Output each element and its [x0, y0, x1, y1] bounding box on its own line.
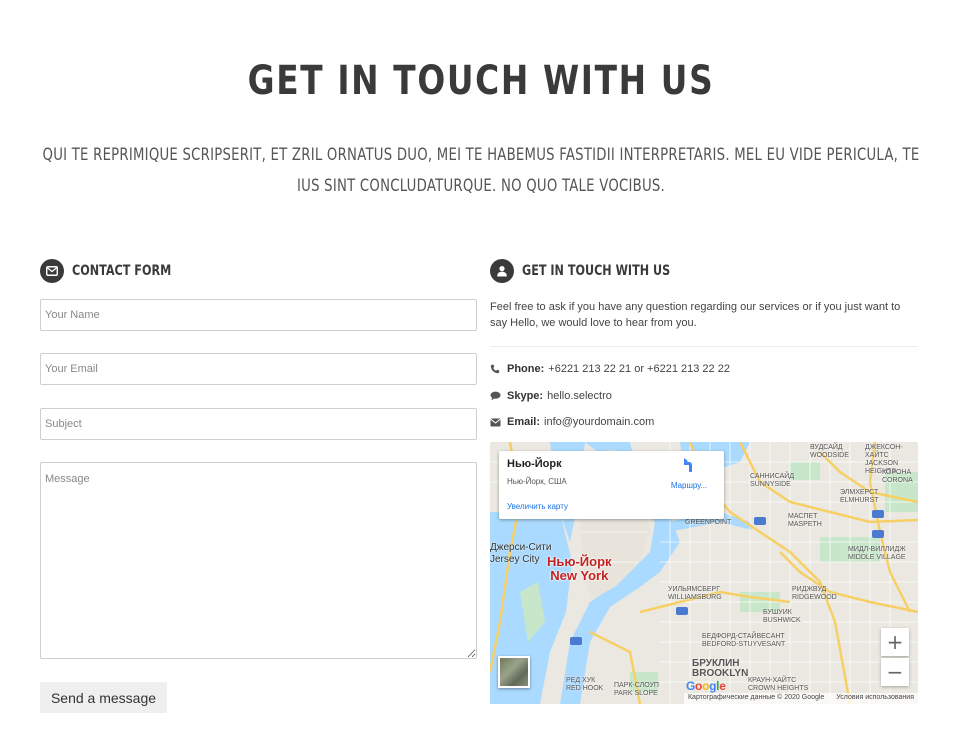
skype-line: Skype: hello.selectro — [490, 390, 612, 402]
email-value: info@yourdomain.com — [544, 416, 655, 428]
phone-value: +6221 213 22 21 or +6221 213 22 22 — [548, 363, 730, 375]
phone-label: Phone: — [507, 363, 545, 375]
contact-form-title: CONTACT FORM — [72, 263, 172, 279]
ridgewood-ru: РИДЖВУД — [792, 586, 827, 593]
envelope-icon — [40, 259, 64, 283]
google-map[interactable]: Джерси-Сити Jersey City Нью-Йорк New Yor… — [490, 442, 918, 704]
corona-en: CORONA — [882, 477, 913, 484]
corona-label: КОРОНА CORONA — [882, 469, 913, 485]
ridgewood-label: РИДЖВУД RIDGEWOOD — [792, 586, 837, 602]
page-title: GET IN TOUCH WITH US — [247, 58, 715, 104]
williamsburg-en: WILLIAMSBURG — [668, 594, 722, 601]
bushwick-ru: БУШУИК — [763, 609, 792, 616]
contact-form-heading: CONTACT FORM — [40, 259, 196, 283]
red-hook-ru: РЕД ХУК — [566, 677, 596, 684]
send-message-button[interactable]: Send a message — [40, 682, 167, 713]
email-input[interactable] — [40, 353, 477, 385]
info-title: GET IN TOUCH WITH US — [522, 263, 671, 279]
sunnyside-label: САННИСАЙД SUNNYSIDE — [750, 473, 794, 489]
park-slope-label: ПАРК-СЛОУП PARK SLOPE — [614, 682, 659, 698]
email-line: Email: info@yourdomain.com — [490, 416, 654, 428]
corona-ru: КОРОНА — [882, 469, 912, 476]
woodside-label: ВУДСАЙД WOODSIDE — [810, 444, 849, 460]
info-heading: GET IN TOUCH WITH US — [490, 259, 707, 283]
park-slope-en: PARK SLOPE — [614, 690, 658, 697]
jackson-heights-ru: ДЖЕКСОН-ХАЙТС — [865, 444, 903, 459]
speech-bubble-icon — [490, 391, 502, 401]
directions-button[interactable]: Маршру... — [664, 458, 714, 490]
bed-stuy-en: BEDFORD-STUYVESANT — [702, 641, 786, 648]
red-hook-en: RED HOOK — [566, 685, 604, 692]
zoom-out-button[interactable]: − — [881, 658, 909, 686]
new-york-ru: Нью-Йорк — [547, 554, 612, 569]
map-place-name: Нью-Йорк — [507, 458, 562, 470]
elmhurst-ru: ЭЛМХЕРСТ — [840, 489, 879, 496]
message-textarea[interactable] — [40, 462, 477, 659]
email-label: Email: — [507, 416, 541, 428]
brooklyn-en: BROOKLYN — [692, 668, 749, 679]
woodside-ru: ВУДСАЙД — [810, 444, 843, 451]
phone-line: Phone: +6221 213 22 21 or +6221 213 22 2… — [490, 363, 730, 375]
sunnyside-ru: САННИСАЙД — [750, 473, 795, 480]
jersey-city-en: Jersey City — [490, 554, 540, 565]
map-info-card: Нью-Йорк Нью-Йорк, США Увеличить карту М… — [499, 451, 724, 519]
elmhurst-en: ELMHURST — [840, 497, 879, 504]
skype-label: Skype: — [507, 390, 544, 402]
red-hook-label: РЕД ХУК RED HOOK — [566, 677, 603, 693]
greenpoint-label: GREENPOINT — [685, 519, 732, 526]
middle-village-label: МИДЛ-ВИЛЛИДЖ MIDDLE VILLAGE — [848, 546, 906, 562]
woodside-en: WOODSIDE — [810, 452, 849, 459]
user-icon — [490, 259, 514, 283]
google-logo: Google — [686, 679, 726, 693]
new-york-label: Нью-Йорк New York — [547, 555, 612, 583]
maspeth-en: MASPETH — [788, 521, 822, 528]
info-description: Feel free to ask if you have any questio… — [490, 301, 901, 329]
maspeth-label: МАСПЕТ MASPETH — [788, 513, 822, 529]
name-input[interactable] — [40, 299, 477, 331]
brooklyn-label: БРУКЛИН BROOKLYN — [692, 659, 748, 679]
bed-stuy-label: БЕДФОРД-СТАЙВЕСАНТ BEDFORD-STUYVESANT — [702, 633, 785, 649]
crown-heights-en: CROWN HEIGHTS — [748, 685, 809, 692]
sunnyside-en: SUNNYSIDE — [750, 481, 791, 488]
envelope-icon — [490, 418, 502, 427]
zoom-in-button[interactable]: + — [881, 628, 909, 656]
elmhurst-label: ЭЛМХЕРСТ ELMHURST — [840, 489, 879, 505]
intro-text: Qui te reprimique scripserit, et zril or… — [42, 145, 920, 196]
crown-heights-ru: КРАУН-ХАЙТС — [748, 677, 797, 684]
satellite-toggle[interactable] — [498, 656, 530, 688]
map-data-credit: Картографические данные © 2020 Google — [687, 694, 825, 701]
bed-stuy-ru: БЕДФОРД-СТАЙВЕСАНТ — [702, 633, 785, 640]
directions-icon — [681, 458, 697, 478]
bushwick-en: BUSHWICK — [763, 617, 801, 624]
map-terms-link[interactable]: Условия использования — [836, 694, 914, 701]
divider — [490, 346, 918, 347]
directions-label: Маршру... — [670, 481, 708, 490]
enlarge-map-link[interactable]: Увеличить карту — [507, 502, 568, 511]
park-slope-ru: ПАРК-СЛОУП — [614, 682, 659, 689]
skype-value: hello.selectro — [547, 390, 612, 402]
ridgewood-en: RIDGEWOOD — [792, 594, 837, 601]
maspeth-ru: МАСПЕТ — [788, 513, 818, 520]
bushwick-label: БУШУИК BUSHWICK — [763, 609, 801, 625]
williamsburg-ru: УИЛЬЯМСБЕРГ — [668, 586, 721, 593]
subject-input[interactable] — [40, 408, 477, 440]
jersey-city-ru: Джерси-Сити — [490, 542, 552, 553]
middle-village-en: MIDDLE VILLAGE — [848, 554, 906, 561]
williamsburg-label: УИЛЬЯМСБЕРГ WILLIAMSBURG — [668, 586, 722, 602]
middle-village-ru: МИДЛ-ВИЛЛИДЖ — [848, 546, 906, 553]
crown-heights-label: КРАУН-ХАЙТС CROWN HEIGHTS — [748, 677, 808, 693]
jersey-city-label: Джерси-Сити Jersey City — [490, 542, 551, 566]
map-attribution: Картографические данные © 2020 Google Ус… — [683, 693, 918, 704]
new-york-en: New York — [550, 568, 609, 583]
map-place-address: Нью-Йорк, США — [507, 477, 567, 486]
phone-icon — [490, 364, 502, 374]
